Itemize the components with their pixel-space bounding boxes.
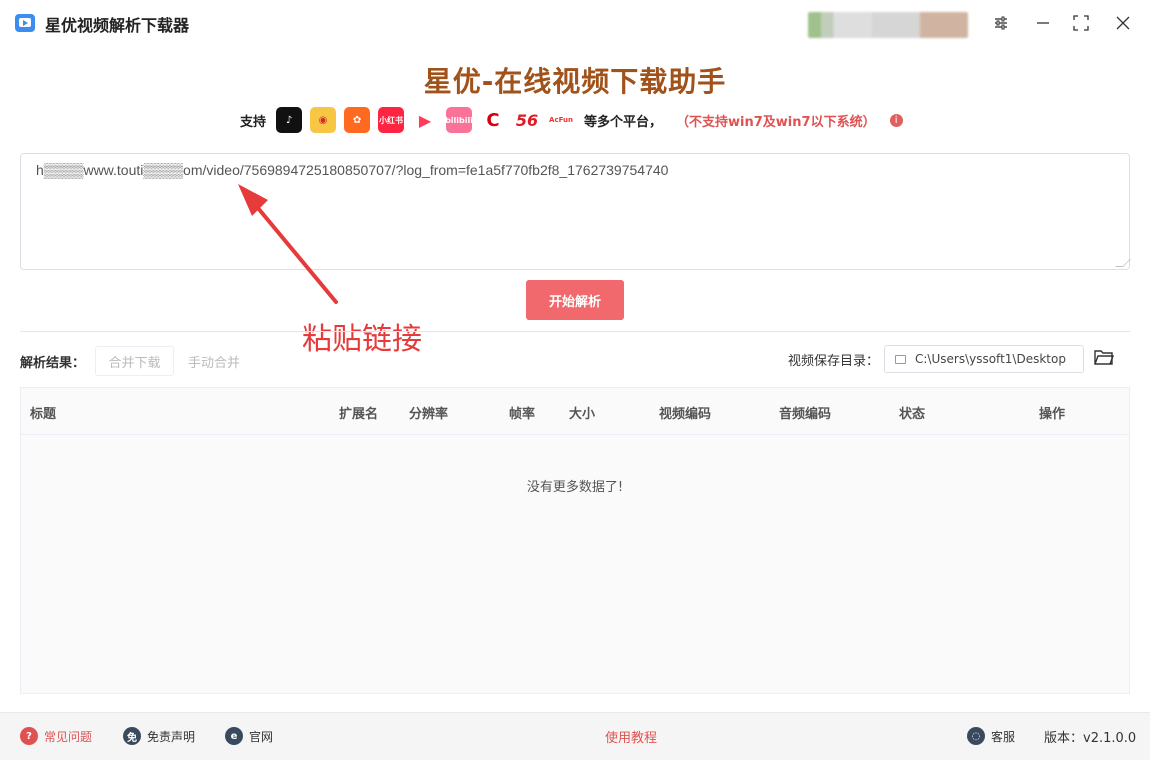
empty-message: 没有更多数据了! bbox=[526, 480, 624, 495]
minimize-button[interactable] bbox=[1032, 12, 1054, 34]
close-icon bbox=[1116, 16, 1130, 30]
column-actions: 操作 bbox=[1039, 407, 1066, 422]
app-logo-icon bbox=[15, 14, 35, 32]
disclaimer-link[interactable]: 免 免责声明 bbox=[123, 727, 195, 745]
start-parse-button[interactable]: 开始解析 bbox=[526, 280, 624, 320]
customer-service-link[interactable]: ◌ 客服 bbox=[967, 727, 1015, 745]
column-size: 大小 bbox=[569, 407, 596, 422]
result-label: 解析结果： bbox=[20, 356, 86, 371]
manual-merge-button[interactable]: 手动合并 bbox=[188, 352, 240, 371]
open-folder-icon[interactable] bbox=[1094, 348, 1114, 366]
title-bar: 星优视频解析下载器 bbox=[0, 0, 1150, 46]
service-label: 客服 bbox=[991, 729, 1016, 744]
window-title: 星优视频解析下载器 bbox=[45, 16, 190, 35]
save-dir-value: C:\Users\yssoft1\Desktop bbox=[915, 352, 1066, 366]
tutorial-link[interactable]: 使用教程 bbox=[605, 727, 657, 746]
support-label: 支持 bbox=[240, 114, 267, 130]
results-table: 标题 扩展名 分辨率 帧率 大小 视频编码 音频编码 状态 操作 没有更多数据了… bbox=[20, 387, 1130, 694]
save-dir-input[interactable]: C:\Users\yssoft1\Desktop bbox=[884, 345, 1084, 373]
browser-icon: e bbox=[225, 727, 243, 745]
folder-icon bbox=[895, 354, 906, 364]
footer: ? 常见问题 免 免责声明 e 官网 使用教程 ◌ 客服 版本：v2.1.0.0 bbox=[0, 712, 1150, 760]
maximize-button[interactable] bbox=[1070, 12, 1092, 34]
save-dir-label: 视频保存目录： bbox=[788, 354, 880, 369]
annotation-arrow-icon bbox=[238, 184, 338, 304]
chat-icon: ◌ bbox=[967, 727, 985, 745]
page-title: 星优-在线视频下载助手 bbox=[423, 65, 727, 98]
version-label: 版本：v2.1.0.0 bbox=[1044, 731, 1137, 746]
column-title: 标题 bbox=[30, 407, 57, 422]
os-warning: （不支持win7及win7以下系统） bbox=[676, 114, 876, 130]
resize-grip-icon[interactable] bbox=[1115, 259, 1131, 267]
divider bbox=[20, 331, 1130, 332]
kuaishou-icon: ✿ bbox=[344, 107, 371, 133]
question-icon: ? bbox=[20, 727, 38, 745]
weibo-icon: ◉ bbox=[310, 107, 337, 133]
sliders-icon bbox=[995, 16, 1007, 30]
column-extension: 扩展名 bbox=[339, 407, 379, 422]
column-resolution: 分辨率 bbox=[409, 407, 449, 422]
56-icon: 56 bbox=[514, 107, 541, 133]
faq-label: 常见问题 bbox=[44, 729, 93, 744]
info-icon[interactable]: i bbox=[889, 113, 903, 127]
disclaimer-icon: 免 bbox=[123, 727, 141, 745]
table-header: 标题 扩展名 分辨率 帧率 大小 视频编码 音频编码 状态 操作 bbox=[21, 388, 1129, 435]
column-status: 状态 bbox=[899, 407, 926, 422]
supported-platforms: 支持 ♪ ◉ ✿ 小红书 ▶ bilibili C 56 AcFun 等多个平台… bbox=[240, 106, 903, 134]
platforms-suffix: 等多个平台， bbox=[584, 114, 663, 130]
url-input-value: h▒▒▒▒www.touti▒▒▒▒om/video/7569894725180… bbox=[36, 162, 669, 178]
xiaohongshu-icon: 小红书 bbox=[378, 107, 405, 133]
settings-button[interactable] bbox=[990, 12, 1012, 34]
acfun-icon: AcFun bbox=[548, 107, 575, 133]
url-input[interactable]: h▒▒▒▒www.touti▒▒▒▒om/video/7569894725180… bbox=[20, 153, 1131, 270]
website-label: 官网 bbox=[249, 729, 274, 744]
disclaimer-label: 免责声明 bbox=[147, 729, 196, 744]
website-link[interactable]: e 官网 bbox=[225, 727, 273, 745]
minimize-icon bbox=[1037, 22, 1049, 24]
xigua-icon: ▶ bbox=[412, 107, 439, 133]
annotation-text: 粘贴链接 bbox=[302, 322, 422, 357]
faq-link[interactable]: ? 常见问题 bbox=[20, 727, 92, 745]
column-framerate: 帧率 bbox=[509, 407, 536, 422]
douyin-icon: ♪ bbox=[276, 107, 303, 133]
cctv-icon: C bbox=[480, 107, 507, 133]
column-audio-codec: 音频编码 bbox=[779, 407, 832, 422]
close-button[interactable] bbox=[1112, 12, 1134, 34]
bilibili-icon: bilibili bbox=[445, 107, 473, 133]
merge-download-button[interactable]: 合并下载 bbox=[95, 346, 174, 376]
column-video-codec: 视频编码 bbox=[659, 407, 712, 422]
maximize-icon bbox=[1073, 15, 1089, 31]
user-avatar[interactable] bbox=[808, 12, 968, 38]
